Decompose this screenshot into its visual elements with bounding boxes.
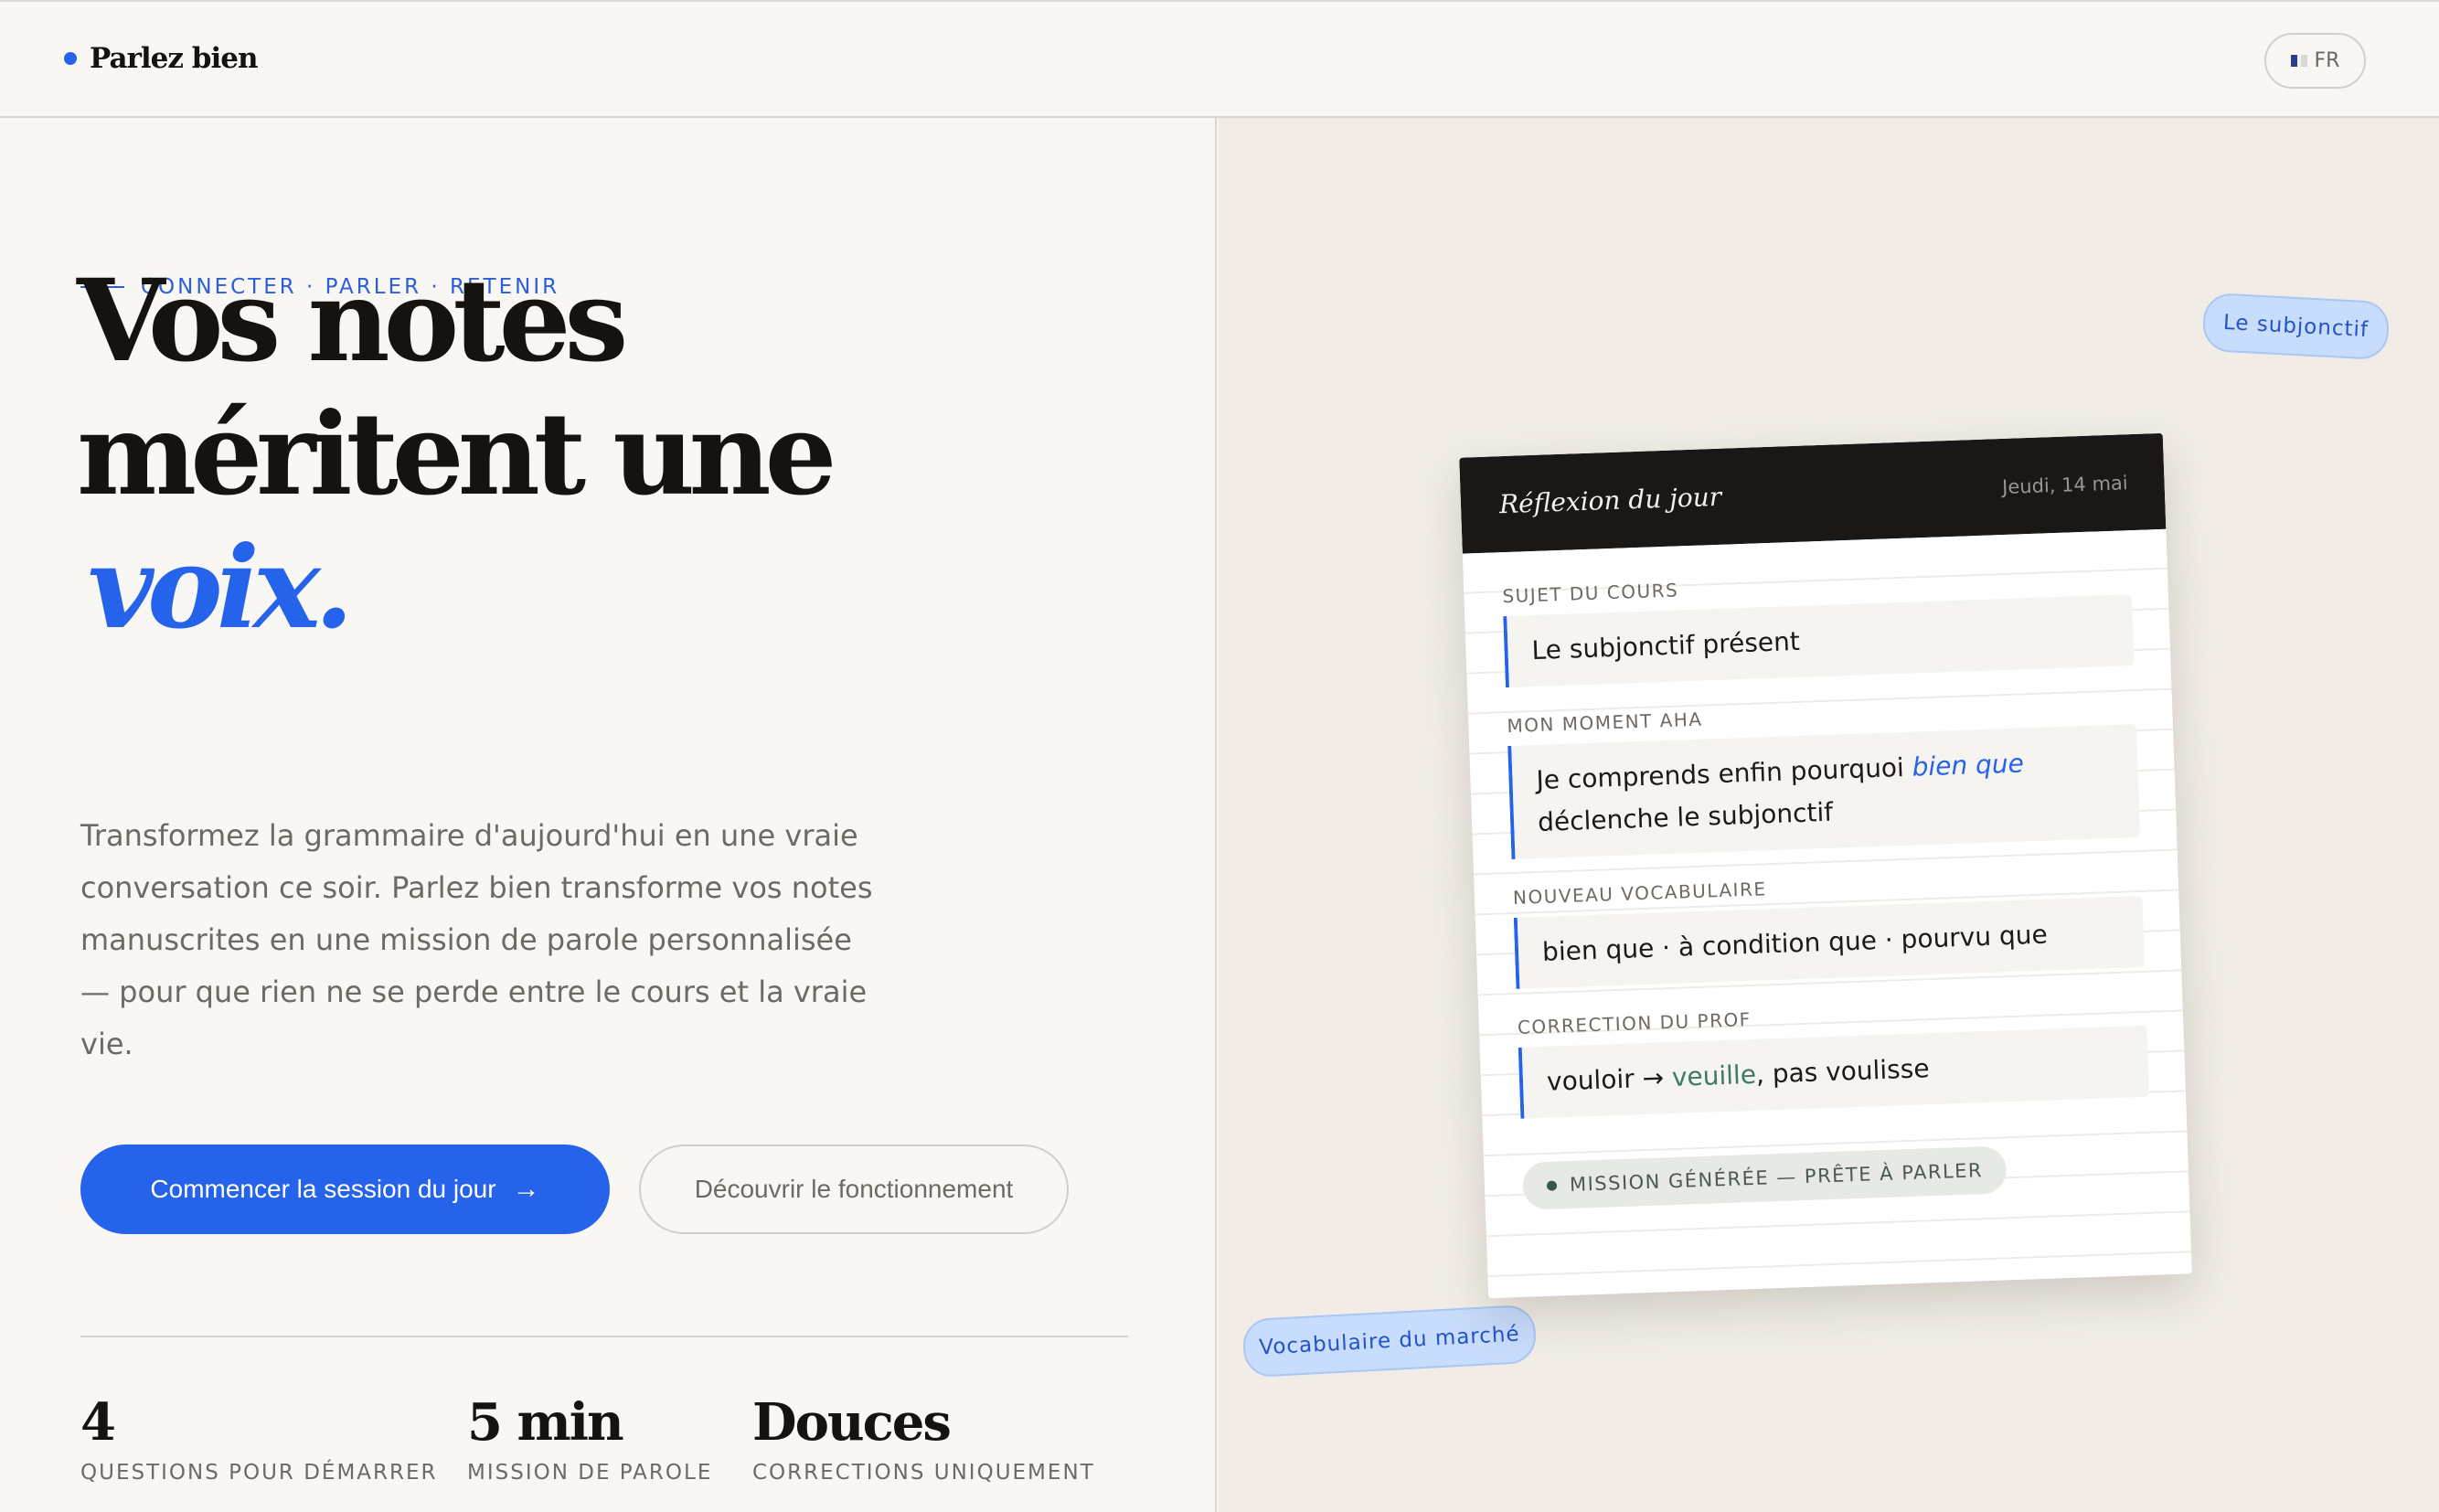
field-value: bien que · à condition que · pourvu que — [1513, 895, 2146, 989]
field-vocabulary: NOUVEAU VOCABULAIRE bien que · à conditi… — [1513, 865, 2146, 989]
card-date: Jeudi, 14 mai — [2001, 471, 2128, 498]
arrow-right-icon: → — [512, 1174, 540, 1204]
status-dot-icon — [1546, 1179, 1558, 1191]
field-value: vouloir → veuille, pas voulisse — [1518, 1025, 2150, 1119]
correction-text: vouloir → — [1546, 1062, 1673, 1097]
stat-value: 5 min — [467, 1392, 624, 1453]
discover-how-label: Découvrir le fonctionnement — [694, 1175, 1014, 1203]
stat-value: Douces — [752, 1392, 952, 1453]
correction-text-end: , pas voulisse — [1755, 1053, 1931, 1090]
stat-questions: 4 QUESTIONS POUR DÉMARRER — [80, 1397, 438, 1485]
aha-highlight: bien que — [1912, 748, 2025, 783]
field-value: Le subjonctif présent — [1503, 594, 2135, 688]
hero-title-line-2: méritent une — [77, 389, 837, 521]
field-subject: SUJET DU COURS Le subjonctif présent — [1502, 563, 2135, 688]
field-correction: CORRECTION DU PROF vouloir → veuille, pa… — [1518, 995, 2150, 1119]
stats-divider — [80, 1336, 1128, 1337]
language-label: FR — [2314, 49, 2340, 72]
stat-label: MISSION DE PAROLE — [467, 1461, 713, 1485]
stat-label: CORRECTIONS UNIQUEMENT — [752, 1461, 1095, 1485]
stat-label: QUESTIONS POUR DÉMARRER — [80, 1461, 438, 1485]
hero-title-line-1: Vos notes — [77, 255, 628, 388]
status-text: MISSION GÉNÉRÉE — PRÊTE À PARLER — [1569, 1159, 1984, 1196]
start-session-label: Commencer la session du jour — [150, 1175, 496, 1203]
card-title: Réflexion du jour — [1498, 481, 1722, 520]
hero-title-accent: voix. — [88, 522, 354, 655]
card-body: SUJET DU COURS Le subjonctif présent MON… — [1462, 528, 2192, 1299]
language-switch-button[interactable]: FR — [2264, 33, 2366, 89]
stat-value: 4 — [80, 1392, 116, 1453]
start-session-button[interactable]: Commencer la session du jour → — [80, 1145, 610, 1234]
brand-dot-icon — [64, 52, 77, 65]
topic-chip-subjonctif: Le subjonctif — [2201, 292, 2391, 361]
stat-corrections: Douces CORRECTIONS UNIQUEMENT — [752, 1397, 1095, 1485]
field-value: Je comprends enfin pourquoi bien que déc… — [1507, 724, 2141, 859]
brand-logo[interactable]: Parlez bien — [64, 42, 259, 75]
reflection-card: Réflexion du jour Jeudi, 14 mai SUJET DU… — [1459, 432, 2192, 1299]
top-navigation: Parlez bien FR — [0, 0, 2439, 118]
french-flag-icon — [2290, 55, 2307, 67]
correction-highlight: veuille — [1671, 1059, 1757, 1092]
field-aha: MON MOMENT AHA Je comprends enfin pourqu… — [1507, 693, 2141, 859]
mission-status-badge: MISSION GÉNÉRÉE — PRÊTE À PARLER — [1522, 1145, 2008, 1210]
brand-name: Parlez bien — [90, 42, 259, 75]
stat-mission: 5 min MISSION DE PAROLE — [467, 1397, 712, 1485]
discover-how-button[interactable]: Découvrir le fonctionnement — [639, 1145, 1069, 1234]
hero-description: Transformez la grammaire d'aujourd'hui e… — [80, 818, 873, 1061]
aha-text: Je comprends enfin pourquoi — [1535, 751, 1913, 795]
aha-text-end: déclenche le subjonctif — [1537, 796, 1834, 837]
